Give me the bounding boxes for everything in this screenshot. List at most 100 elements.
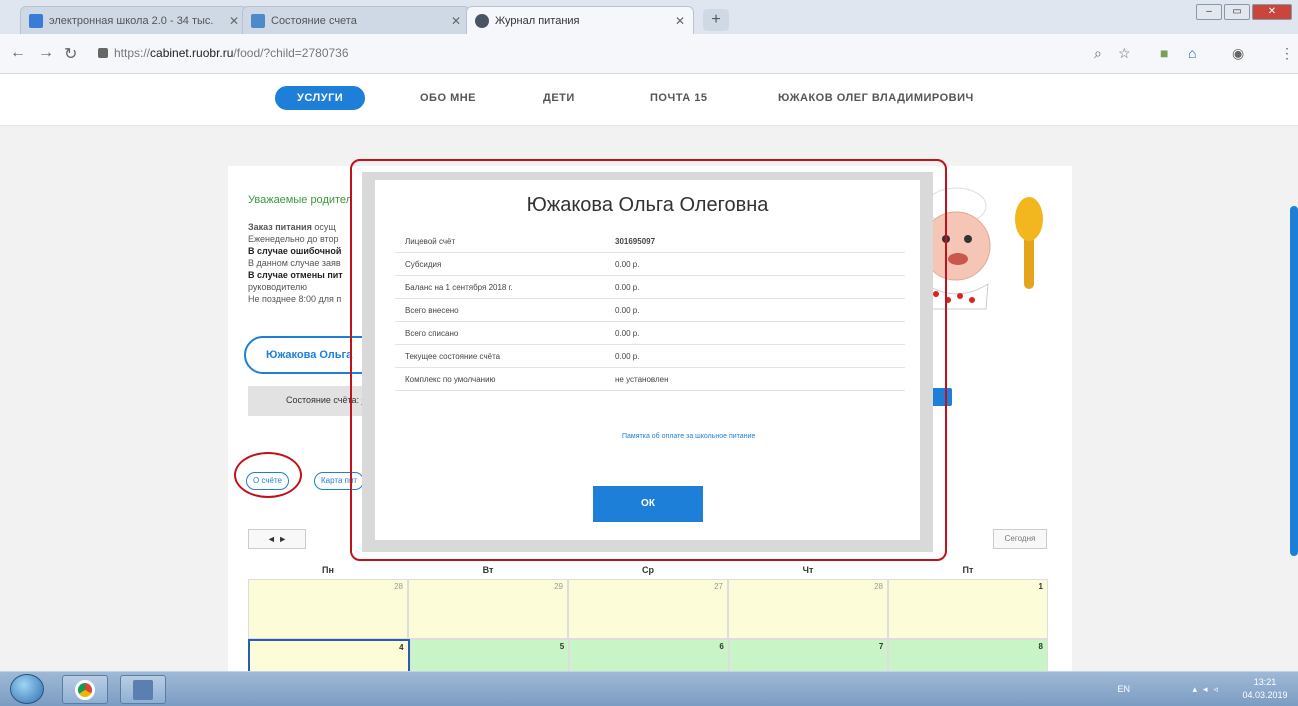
day-number: 5 xyxy=(559,642,565,651)
close-tab-icon[interactable]: ✕ xyxy=(675,14,685,28)
tab-title: электронная школа 2.0 - 34 тыс. xyxy=(49,14,214,27)
row-value: 0.00 р. xyxy=(615,305,640,315)
day-number: 28 xyxy=(874,582,883,591)
row-label: Субсидия xyxy=(405,259,442,269)
chrome-icon xyxy=(75,680,95,700)
row-label: Баланс на 1 сентября 2018 г. xyxy=(405,282,513,292)
info-line: Еженедельно до втор xyxy=(248,234,339,244)
calendar-header: Пн Вт Ср Чт Пт xyxy=(248,565,1048,579)
nav-children[interactable]: ДЕТИ xyxy=(543,92,575,104)
info-line: руководителю xyxy=(248,282,307,292)
browser-tab-2[interactable]: Состояние счета ✕ xyxy=(242,6,470,34)
clock-date: 04.03.2019 xyxy=(1242,690,1288,700)
table-row: Всего списано 0.00 р. xyxy=(395,322,905,345)
row-value: 0.00 р. xyxy=(615,282,640,292)
close-tab-icon[interactable]: ✕ xyxy=(229,14,239,28)
calendar-day[interactable]: 29 xyxy=(408,579,568,639)
table-row: Всего внесено 0.00 р. xyxy=(395,299,905,322)
clock[interactable]: 13:21 04.03.2019 xyxy=(1240,676,1290,702)
nav-mail[interactable]: ПОЧТА 15 xyxy=(650,92,707,104)
calendar-day[interactable]: 1 xyxy=(888,579,1048,639)
account-info-modal: Южакова Ольга Олеговна Лицевой счёт 3016… xyxy=(375,180,920,540)
account-info-button[interactable]: О счёте xyxy=(246,472,289,490)
nav-services[interactable]: УСЛУГИ xyxy=(275,86,366,110)
forward-arrow-icon[interactable]: → xyxy=(38,44,54,62)
info-line-text: осущ xyxy=(311,222,336,232)
chef-mascot-icon xyxy=(921,187,1043,310)
taskbar-chrome[interactable] xyxy=(62,675,108,704)
windows-taskbar: EN ▴◂◃ 13:21 04.03.2019 xyxy=(0,671,1298,706)
info-line: В случае отмены пит xyxy=(248,270,343,280)
table-row: Комплекс по умолчанию не установлен xyxy=(395,368,905,391)
maximize-icon[interactable]: ▭ xyxy=(1224,4,1250,20)
row-value: 301695097 xyxy=(615,236,656,246)
payment-memo-link[interactable]: Памятка об оплате за школьное питание xyxy=(622,433,755,440)
extension-home-icon[interactable]: ⌂ xyxy=(1188,45,1196,61)
modal-title: Южакова Ольга Олеговна xyxy=(526,194,769,216)
star-icon[interactable]: ☆ xyxy=(1118,45,1131,62)
calendar-nav-arrows[interactable]: ◄ ► xyxy=(248,529,306,549)
today-button[interactable]: Сегодня xyxy=(993,529,1047,549)
explorer-icon xyxy=(133,680,153,700)
tab-title: Журнал питания xyxy=(495,14,580,27)
url-host: cabinet.ruobr.ru xyxy=(150,46,234,60)
row-label: Всего внесено xyxy=(405,305,459,315)
food-card-button[interactable]: Карта пит xyxy=(314,472,365,490)
url-path: /food/?child=2780736 xyxy=(233,46,349,60)
calendar-day[interactable]: 28 xyxy=(248,579,408,639)
extension-icon[interactable]: ■ xyxy=(1160,45,1168,61)
day-header: Чт xyxy=(802,565,814,575)
row-label: Лицевой счёт xyxy=(405,236,456,246)
day-header: Вт xyxy=(482,565,494,575)
account-info-table: Лицевой счёт 301695097 Субсидия 0.00 р. … xyxy=(395,230,905,391)
nav-about[interactable]: ОБО МНЕ xyxy=(420,92,476,104)
day-number: 4 xyxy=(399,643,404,652)
close-tab-icon[interactable]: ✕ xyxy=(451,14,461,28)
table-row: Субсидия 0.00 р. xyxy=(395,253,905,276)
account-state-label: Состояние счёта: xyxy=(286,395,360,405)
browser-tab-3[interactable]: Журнал питания ✕ xyxy=(466,6,694,34)
clock-time: 13:21 xyxy=(1253,677,1277,687)
row-value: 0.00 р. xyxy=(615,328,640,338)
day-header: Пт xyxy=(962,565,974,575)
calendar-day[interactable]: 27 xyxy=(568,579,728,639)
info-line: В случае ошибочной xyxy=(248,246,342,256)
row-value: 0.00 р. xyxy=(615,259,640,269)
zoom-icon[interactable]: ⌕ xyxy=(1094,45,1102,62)
table-row: Текущее состояние счёта 0.00 р. xyxy=(395,345,905,368)
start-button-icon[interactable] xyxy=(10,674,44,704)
day-number: 8 xyxy=(1038,642,1043,651)
table-row: Лицевой счёт 301695097 xyxy=(395,230,905,253)
lock-icon xyxy=(98,48,108,58)
address-bar: ← → ↻ https://cabinet.ruobr.ru/food/?chi… xyxy=(0,34,1298,74)
back-arrow-icon[interactable]: ← xyxy=(10,44,26,62)
day-number: 28 xyxy=(394,582,403,591)
language-indicator[interactable]: EN xyxy=(1117,684,1130,694)
window-close-icon[interactable]: ✕ xyxy=(1252,4,1292,20)
day-number: 6 xyxy=(719,642,724,651)
site-navigation: УСЛУГИ ОБО МНЕ ДЕТИ ПОЧТА 15 ЮЖАКОВ ОЛЕГ… xyxy=(0,74,1298,126)
url-field[interactable]: https://cabinet.ruobr.ru/food/?child=278… xyxy=(114,46,349,60)
reload-icon[interactable]: ↻ xyxy=(64,44,77,64)
nav-user[interactable]: ЮЖАКОВ ОЛЕГ ВЛАДИМИРОВИЧ xyxy=(778,92,974,104)
ok-button[interactable]: ОК xyxy=(593,486,703,522)
calendar-day[interactable]: 28 xyxy=(728,579,888,639)
row-label: Текущее состояние счёта xyxy=(405,351,501,361)
taskbar-explorer[interactable] xyxy=(120,675,166,704)
info-line: В данном случае заяв xyxy=(248,258,341,268)
new-tab-button[interactable]: + xyxy=(703,9,729,31)
menu-dots-icon[interactable]: ⋮ xyxy=(1280,45,1294,62)
window-controls: – ▭ ✕ xyxy=(1196,4,1292,20)
info-line-bold: Заказ питания xyxy=(248,222,312,232)
day-number: 29 xyxy=(554,582,563,591)
minimize-icon[interactable]: – xyxy=(1196,4,1222,20)
profile-icon[interactable]: ◉ xyxy=(1232,45,1244,62)
account-favicon-icon xyxy=(251,13,265,28)
tray-icons[interactable]: ▴◂◃ xyxy=(1192,684,1224,695)
day-number: 27 xyxy=(714,582,723,591)
browser-tab-1[interactable]: электронная школа 2.0 - 34 тыс. ✕ xyxy=(20,6,248,34)
day-number: 1 xyxy=(1038,582,1043,591)
info-line: Не позднее 8:00 для п xyxy=(248,294,342,304)
row-value: не установлен xyxy=(615,374,669,384)
page-scrollbar[interactable] xyxy=(1290,206,1298,556)
